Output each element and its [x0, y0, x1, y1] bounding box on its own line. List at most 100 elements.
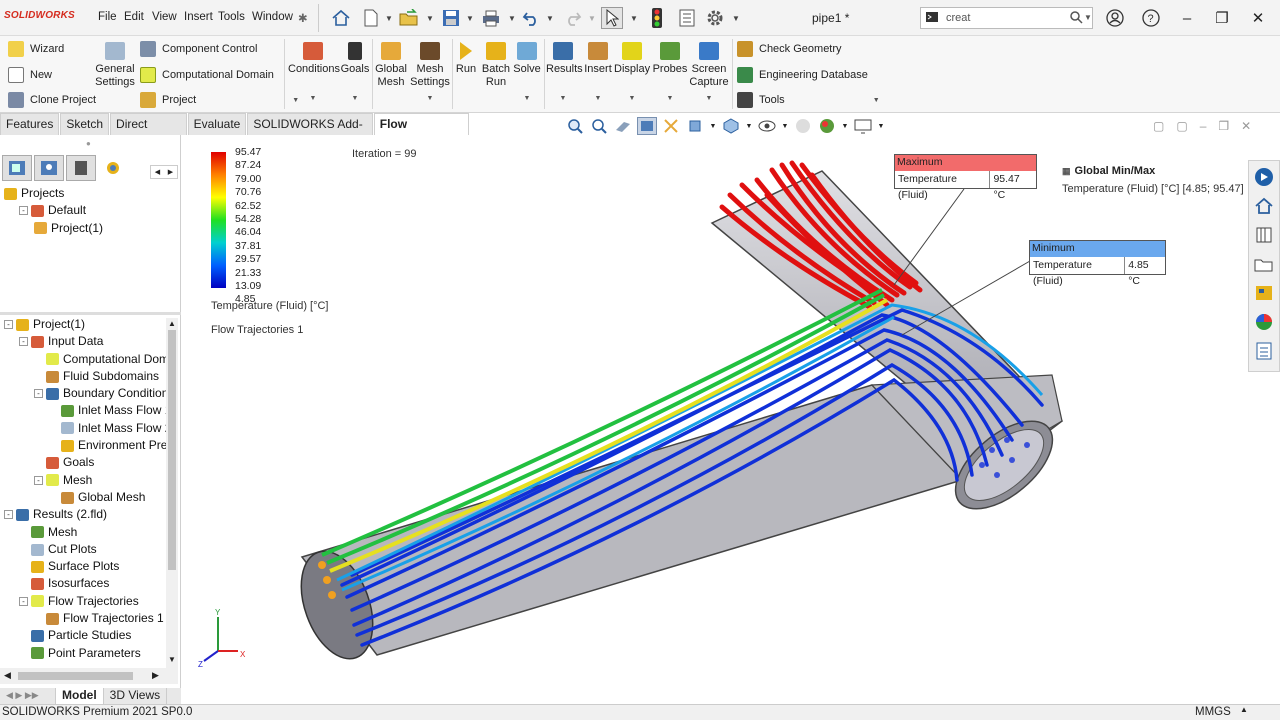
display-style-icon[interactable]	[721, 117, 741, 135]
scroll-right-icon[interactable]: ▶	[152, 670, 159, 681]
rebuild-traffic-light-icon[interactable]	[646, 7, 668, 29]
tree-item[interactable]: Point Parameters	[4, 645, 166, 662]
chevron-down-icon[interactable]: ▼	[745, 117, 753, 135]
user-account-icon[interactable]	[1105, 8, 1125, 28]
tree-item[interactable]: Inlet Mass Flow 2	[4, 420, 166, 437]
chevron-down-icon[interactable]: ▼	[288, 92, 338, 105]
section-view-icon[interactable]	[637, 117, 657, 135]
file-properties-icon[interactable]	[676, 7, 698, 29]
feature-manager-tab[interactable]	[2, 155, 32, 181]
restore-window-icon[interactable]: ❐	[1212, 8, 1232, 28]
tree-item[interactable]: Environment Pressure	[4, 437, 166, 454]
tab-direct-editing[interactable]: Direct Editing	[110, 113, 187, 151]
scroll-left-icon[interactable]: ◀	[4, 670, 11, 681]
chevron-down-icon[interactable]: ▼	[873, 97, 880, 104]
tab-flow-simulation[interactable]: Flow Simulation	[373, 113, 469, 151]
tree-item[interactable]: Cut Plots	[4, 541, 166, 558]
appearances-icon[interactable]	[1252, 310, 1276, 334]
tab-features[interactable]: Features	[0, 113, 60, 135]
chevron-up-icon[interactable]: ▲	[1240, 705, 1248, 714]
custom-properties-icon[interactable]	[1252, 339, 1276, 363]
pin-icon[interactable]: ✱	[298, 11, 308, 25]
check-geometry-button[interactable]: Check Geometry	[737, 41, 842, 57]
expand-toggle-icon[interactable]: -	[34, 475, 43, 485]
wizard-button[interactable]: Wizard	[8, 41, 64, 57]
undo-icon[interactable]	[520, 7, 542, 29]
graphics-viewport[interactable]: Y X Z Maximum Temperature (Fluid) 95.47 °…	[182, 135, 1247, 688]
component-control-button[interactable]: Component Control	[140, 41, 257, 57]
tree-item[interactable]: - Boundary Conditions	[4, 385, 166, 402]
chevron-left-icon[interactable]: ◀	[155, 168, 160, 176]
zoom-to-fit-icon[interactable]	[565, 117, 585, 135]
hide-show-items-icon[interactable]	[757, 117, 777, 135]
conditions-button[interactable]: Conditions ▼	[288, 42, 340, 105]
tab-navigation-arrows[interactable]: ◀ ▶ ▶▶	[0, 688, 56, 704]
tree-item[interactable]: Project(1)	[4, 220, 103, 237]
file-explorer-icon[interactable]	[1252, 252, 1276, 276]
tree-item[interactable]: Particle Studies	[4, 627, 166, 644]
chevron-down-icon[interactable]: ▼	[385, 14, 393, 23]
config-manager-tab[interactable]	[66, 155, 96, 181]
scroll-down-icon[interactable]: ▼	[168, 655, 176, 664]
expand-toggle-icon[interactable]: -	[4, 510, 13, 520]
expand-toggle-icon[interactable]: -	[19, 206, 28, 216]
display-button[interactable]: Display ▼	[614, 42, 650, 105]
chevron-down-icon[interactable]: ▼	[582, 92, 614, 105]
dynamic-annotation-icon[interactable]	[661, 117, 681, 135]
flow-analysis-tree-tab[interactable]	[98, 155, 128, 181]
chevron-down-icon[interactable]: ▼	[426, 14, 434, 23]
tab-3d-views[interactable]: 3D Views	[104, 688, 168, 704]
tree-item[interactable]: - Flow Trajectories	[4, 593, 166, 610]
chevron-down-icon[interactable]: ▼	[688, 92, 730, 105]
panel-splitter[interactable]	[0, 312, 181, 315]
tree-item[interactable]: Surface Plots	[4, 558, 166, 575]
zoom-to-area-icon[interactable]	[589, 117, 609, 135]
redo-icon[interactable]	[562, 7, 584, 29]
new-document-icon[interactable]	[360, 7, 382, 29]
tree-horizontal-scrollbar[interactable]: ◀ ▶	[0, 668, 178, 684]
viewport-close-icon[interactable]: ✕	[1241, 119, 1251, 133]
menu-insert[interactable]: Insert	[184, 11, 213, 23]
chevron-down-icon[interactable]: ▼	[709, 117, 717, 135]
horizontal-scroll-thumb[interactable]	[18, 672, 133, 680]
view-orientation-icon[interactable]	[685, 117, 705, 135]
chevron-down-icon[interactable]: ▼	[781, 117, 789, 135]
scroll-up-icon[interactable]: ▲	[168, 319, 176, 328]
solve-button[interactable]: Solve ▼	[513, 42, 541, 105]
batch-run-button[interactable]: Batch Run	[480, 42, 512, 89]
tools-menu-button[interactable]: Tools ▼	[737, 92, 880, 108]
close-window-icon[interactable]: ✕	[1248, 8, 1268, 28]
chevron-down-icon[interactable]: ▼	[466, 14, 474, 23]
menu-window[interactable]: Window	[252, 11, 293, 23]
chevron-down-icon[interactable]: ▼	[340, 92, 370, 105]
edit-appearance-icon[interactable]	[793, 117, 813, 135]
tree-item[interactable]: Flow Trajectories 1	[4, 610, 166, 627]
home-icon[interactable]	[1252, 194, 1276, 218]
expand-toggle-icon[interactable]: -	[19, 337, 28, 347]
status-unit-system[interactable]: MMGS	[1195, 706, 1231, 718]
run-button[interactable]: Run	[454, 42, 478, 76]
view-settings-icon[interactable]	[853, 117, 873, 135]
tree-item[interactable]: - Input Data	[4, 333, 166, 350]
menu-file[interactable]: File	[98, 11, 117, 23]
viewport-minimize-icon[interactable]: –	[1200, 119, 1207, 133]
computational-domain-button[interactable]: Computational Domain	[140, 67, 274, 83]
tree-item[interactable]: Fluid Subdomains	[4, 368, 166, 385]
chevron-down-icon[interactable]: ▼	[410, 92, 450, 105]
tree-item[interactable]: Mesh	[4, 524, 166, 541]
solidworks-resources-icon[interactable]	[1252, 165, 1276, 189]
chevron-down-icon[interactable]: ▼	[508, 14, 516, 23]
tree-item[interactable]: Goals	[4, 454, 166, 471]
chevron-down-icon[interactable]: ▼	[652, 92, 688, 105]
probes-button[interactable]: Probes ▼	[652, 42, 688, 105]
engineering-database-button[interactable]: Engineering Database	[737, 67, 868, 83]
print-icon[interactable]	[480, 7, 502, 29]
open-folder-icon[interactable]	[398, 7, 420, 29]
results-button[interactable]: Results ▼	[546, 42, 583, 105]
chevron-down-icon[interactable]: ▼	[841, 117, 849, 135]
tree-item[interactable]: - Mesh	[4, 472, 166, 489]
tree-item[interactable]: Global Mesh	[4, 489, 166, 506]
clone-project-button[interactable]: Clone Project	[8, 92, 96, 108]
menu-tools[interactable]: Tools	[218, 11, 245, 23]
view-palette-icon[interactable]	[1252, 281, 1276, 305]
